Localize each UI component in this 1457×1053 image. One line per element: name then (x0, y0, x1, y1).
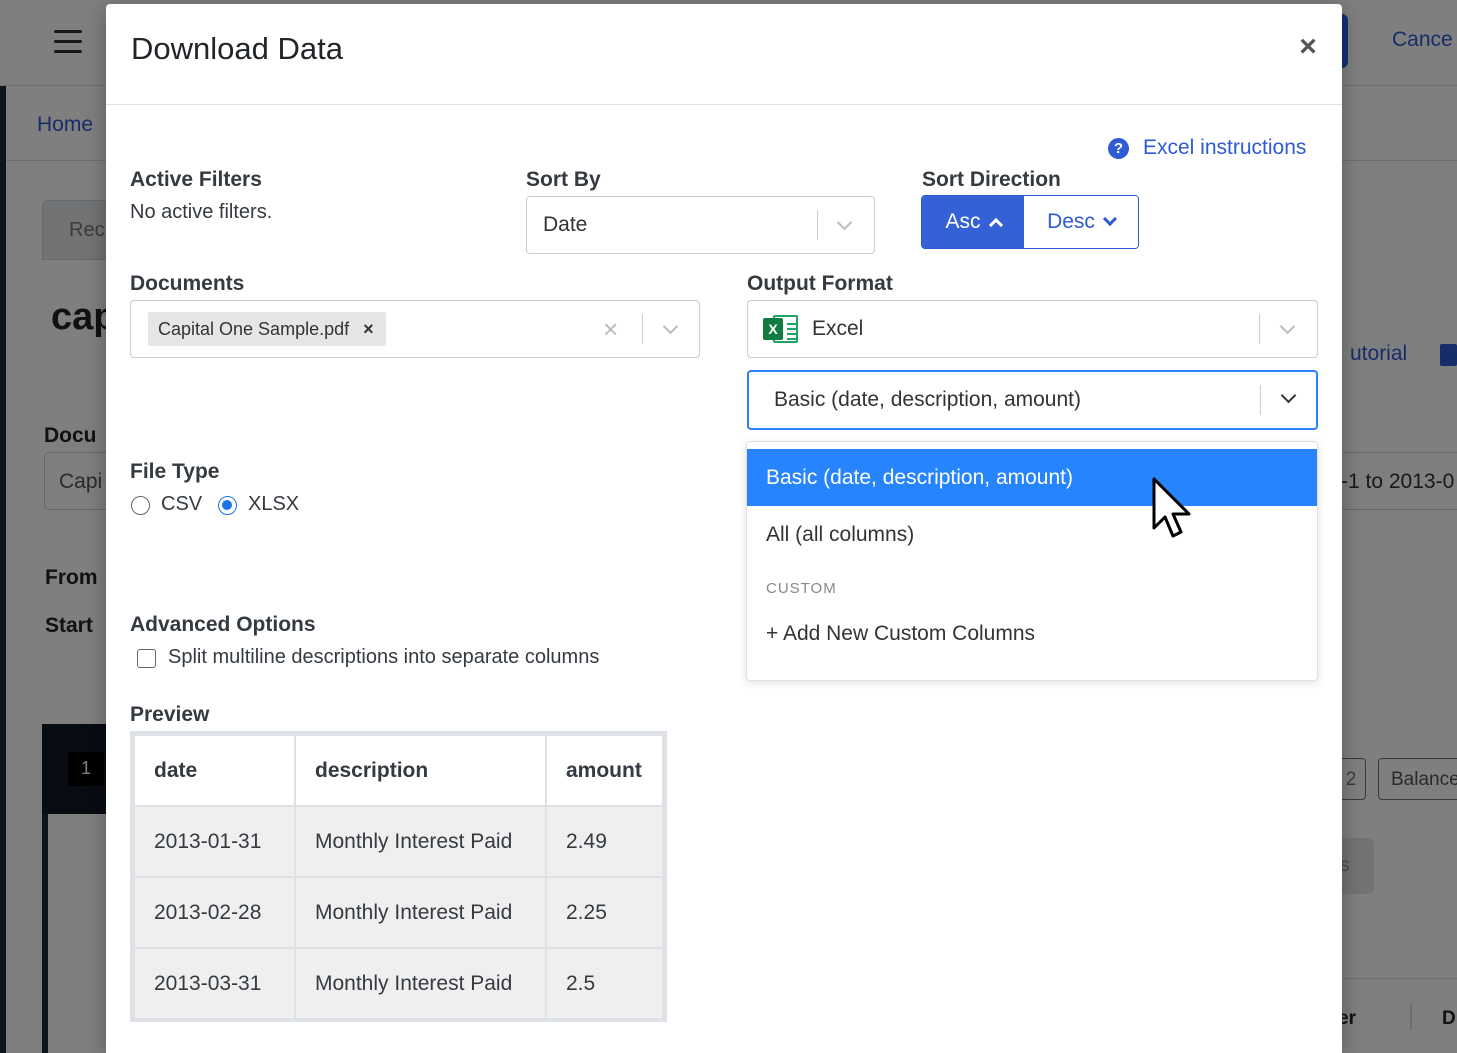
remove-tag-icon[interactable]: × (363, 319, 374, 340)
cell-amount: 2.25 (545, 876, 664, 949)
sort-direction-toggle: Asc Desc (921, 195, 1139, 249)
file-type-csv-label: CSV (161, 493, 203, 515)
file-type-label: File Type (130, 460, 220, 483)
sort-desc-label: Desc (1047, 210, 1095, 233)
excel-icon: X (763, 313, 798, 345)
preview-table: date description amount 2013-01-31 Month… (130, 731, 667, 1022)
cell-description: Monthly Interest Paid (294, 947, 547, 1020)
table-row: 2013-01-31 Monthly Interest Paid 2.49 (133, 805, 664, 878)
columns-select-value: Basic (date, description, amount) (774, 388, 1081, 411)
select-separator (1259, 314, 1260, 344)
table-row: 2013-02-28 Monthly Interest Paid 2.25 (133, 876, 664, 949)
close-icon[interactable]: × (1293, 32, 1323, 62)
question-circle-icon: ? (1108, 137, 1129, 159)
modal-header: Download Data × (106, 4, 1342, 105)
cell-amount: 2.49 (545, 805, 664, 878)
columns-dropdown-menu: Basic (date, description, amount) All (a… (746, 441, 1318, 681)
sort-asc-label: Asc (945, 210, 981, 233)
file-type-csv-radio[interactable] (131, 496, 150, 515)
document-tag-label: Capital One Sample.pdf (158, 318, 350, 339)
active-filters-label: Active Filters (130, 168, 262, 191)
cell-description: Monthly Interest Paid (294, 876, 547, 949)
option-group-custom-label: CUSTOM (766, 580, 837, 597)
split-multiline-checkbox[interactable] (137, 649, 156, 668)
add-custom-columns-option[interactable]: + Add New Custom Columns (747, 605, 1317, 662)
sort-asc-button[interactable]: Asc (922, 196, 1024, 248)
split-multiline-label: Split multiline descriptions into separa… (168, 646, 600, 668)
select-separator (642, 314, 643, 344)
cell-date: 2013-03-31 (133, 947, 296, 1020)
documents-label: Documents (130, 272, 245, 295)
table-row: 2013-03-31 Monthly Interest Paid 2.5 (133, 947, 664, 1020)
output-format-value: Excel (812, 317, 864, 340)
active-filters-value: No active filters. (130, 201, 273, 223)
table-header-row: date description amount (133, 734, 664, 807)
document-tag: Capital One Sample.pdf × (148, 312, 386, 346)
excel-instructions-label: Excel instructions (1143, 136, 1307, 159)
output-format-select[interactable]: X Excel (747, 300, 1318, 358)
cell-amount: 2.5 (545, 947, 664, 1020)
mouse-pointer-icon (1152, 477, 1191, 538)
cell-description: Monthly Interest Paid (294, 805, 547, 878)
sort-by-value: Date (543, 213, 588, 236)
cell-date: 2013-01-31 (133, 805, 296, 878)
excel-instructions-link[interactable]: ? Excel instructions (1108, 134, 1306, 162)
file-type-xlsx-label: XLSX (248, 493, 300, 515)
sort-by-select[interactable]: Date (526, 196, 875, 254)
chevron-down-icon (662, 318, 679, 335)
chevron-down-icon (836, 214, 853, 231)
preview-label: Preview (130, 703, 210, 726)
output-format-label: Output Format (747, 272, 893, 295)
column-header-description: description (294, 734, 547, 807)
output-format-value-wrap: X Excel (763, 301, 863, 357)
modal-title: Download Data (131, 31, 343, 66)
sort-by-label: Sort By (526, 168, 601, 191)
cell-date: 2013-02-28 (133, 876, 296, 949)
chevron-up-icon (988, 217, 1003, 233)
sort-desc-button[interactable]: Desc (1024, 196, 1138, 248)
select-separator (1260, 385, 1261, 415)
advanced-options-label: Advanced Options (130, 613, 316, 636)
sort-direction-label: Sort Direction (922, 168, 1061, 191)
file-type-xlsx-radio[interactable] (218, 496, 237, 515)
chevron-down-icon (1102, 211, 1117, 227)
column-header-amount: amount (545, 734, 664, 807)
columns-select[interactable]: Basic (date, description, amount) (747, 370, 1318, 430)
documents-select[interactable]: Capital One Sample.pdf × × (130, 300, 700, 358)
chevron-down-icon (1279, 318, 1296, 335)
option-basic-columns[interactable]: Basic (date, description, amount) (747, 449, 1317, 506)
select-separator (817, 210, 818, 240)
option-all-columns[interactable]: All (all columns) (747, 506, 1317, 563)
chevron-down-icon (1280, 387, 1297, 404)
column-header-date: date (133, 734, 296, 807)
clear-icon[interactable]: × (603, 314, 618, 345)
